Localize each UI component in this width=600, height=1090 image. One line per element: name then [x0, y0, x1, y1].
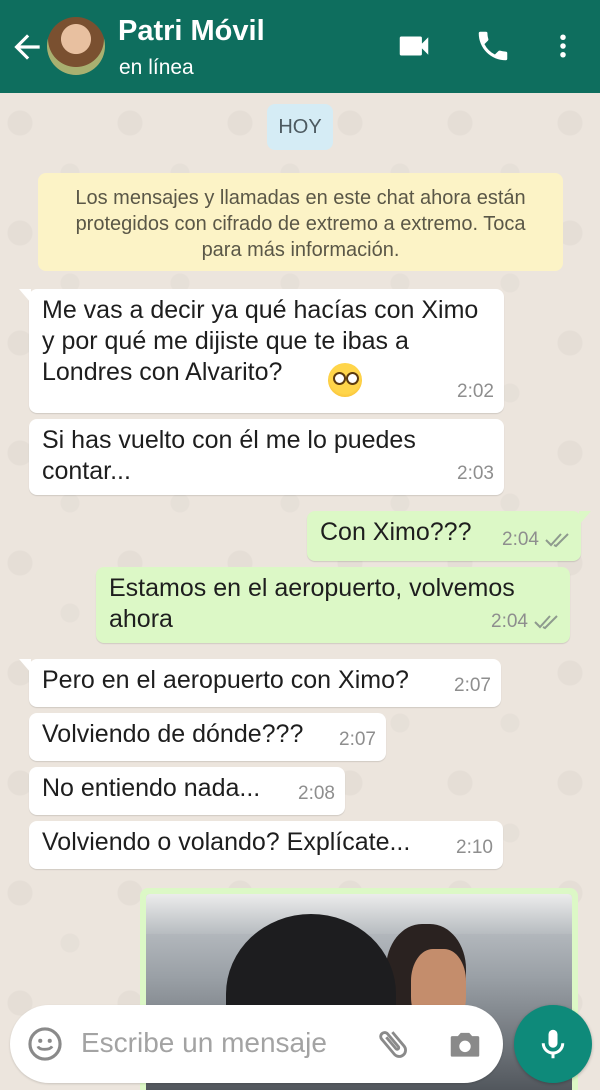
- message-time: 2:04: [502, 529, 539, 550]
- message-text: No entiendo nada...: [42, 774, 261, 802]
- phone-icon[interactable]: [474, 26, 512, 66]
- camera-icon[interactable]: [446, 1025, 484, 1063]
- message-input[interactable]: Escribe un mensaje: [81, 1027, 327, 1059]
- message-incoming[interactable]: Volviendo o volando? Explícate... 2:10: [29, 821, 503, 869]
- message-text: Estamos en el aeropuerto, volvemos ahora: [109, 574, 522, 633]
- double-check-icon: [534, 614, 558, 629]
- emoji-icon[interactable]: [26, 1025, 64, 1063]
- mic-button[interactable]: [514, 1005, 592, 1083]
- message-time: 2:10: [456, 837, 493, 858]
- face-with-rolling-eyes-icon: [328, 363, 362, 397]
- more-vert-icon[interactable]: [548, 26, 578, 66]
- video-call-icon[interactable]: [395, 26, 433, 66]
- message-incoming[interactable]: Me vas a decir ya qué hacías con Ximo y …: [19, 289, 504, 413]
- message-text: Me vas a decir ya qué hacías con Ximo y …: [42, 296, 486, 386]
- double-check-icon: [545, 532, 569, 547]
- message-outgoing[interactable]: Estamos en el aeropuerto, volvemos ahora…: [96, 567, 570, 643]
- message-text: Si has vuelto con él me lo puedes contar…: [42, 426, 423, 485]
- contact-name[interactable]: Patri Móvil: [118, 15, 265, 48]
- message-outgoing[interactable]: Con Ximo??? 2:04: [307, 511, 591, 561]
- back-arrow-icon[interactable]: [8, 28, 46, 66]
- contact-status: en línea: [119, 56, 194, 79]
- message-time: 2:07: [339, 729, 376, 750]
- mic-icon: [541, 1029, 565, 1059]
- date-label: HOY: [267, 104, 333, 150]
- message-text: Pero en el aeropuerto con Ximo?: [42, 666, 409, 694]
- message-incoming[interactable]: Si has vuelto con él me lo puedes contar…: [29, 419, 504, 495]
- chat-header: Patri Móvil en línea: [0, 0, 600, 93]
- message-time: 2:02: [457, 381, 494, 402]
- message-time: 2:08: [298, 783, 335, 804]
- message-time: 2:04: [491, 611, 528, 632]
- encryption-notice[interactable]: Los mensajes y llamadas en este chat aho…: [38, 173, 563, 271]
- avatar[interactable]: [47, 17, 105, 75]
- message-incoming[interactable]: No entiendo nada... 2:08: [29, 767, 345, 815]
- attach-icon[interactable]: [374, 1025, 412, 1063]
- message-text: Volviendo o volando? Explícate...: [42, 828, 411, 856]
- message-time: 2:07: [454, 675, 491, 696]
- message-time: 2:03: [457, 463, 494, 484]
- message-incoming[interactable]: Volviendo de dónde??? 2:07: [29, 713, 386, 761]
- message-text: Volviendo de dónde???: [42, 720, 304, 748]
- message-composer[interactable]: Escribe un mensaje: [10, 1005, 503, 1083]
- message-incoming[interactable]: Pero en el aeropuerto con Ximo? 2:07: [19, 659, 501, 707]
- chat-area[interactable]: HOY Los mensajes y llamadas en este chat…: [0, 93, 600, 1090]
